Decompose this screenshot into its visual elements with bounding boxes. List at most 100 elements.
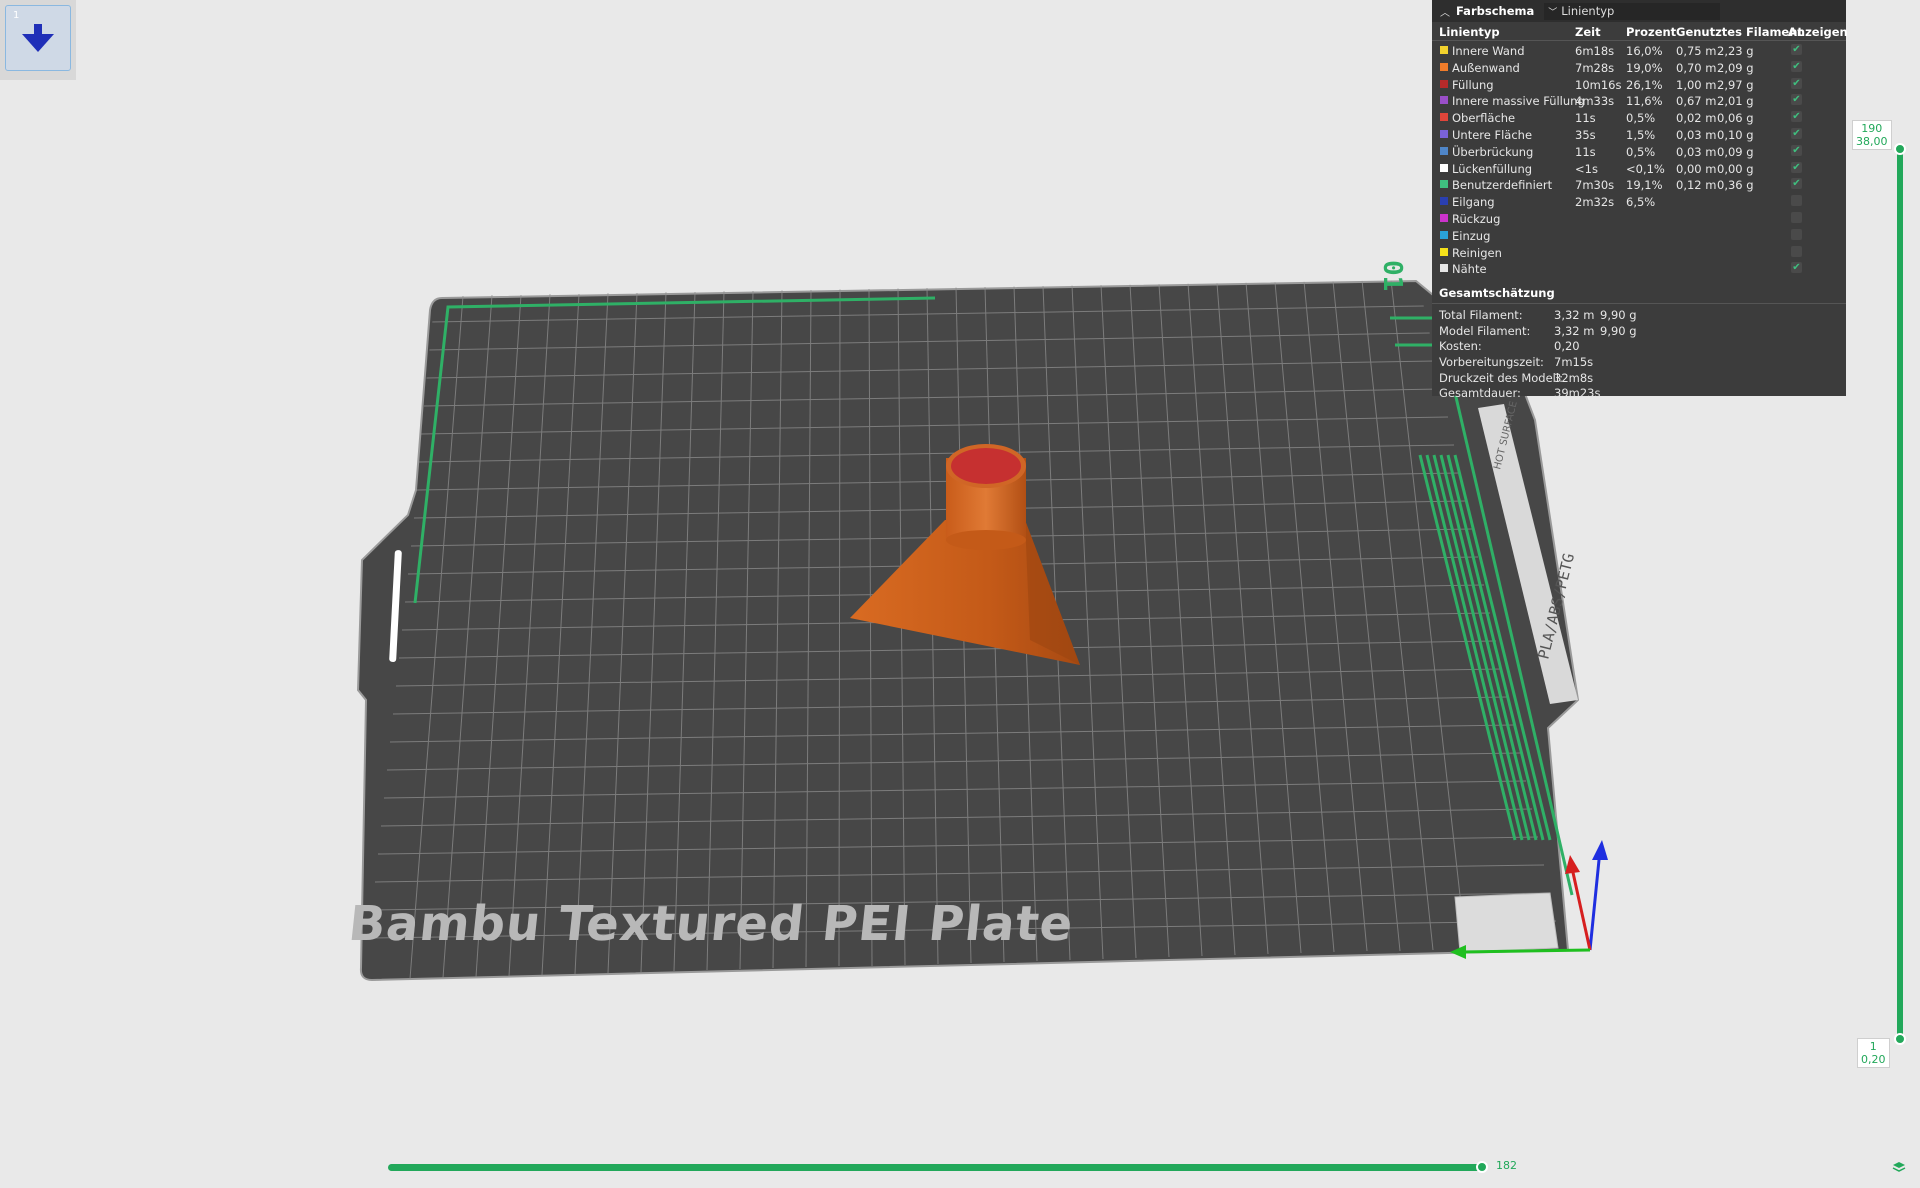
legend-row-weight: 2,09 g	[1717, 60, 1754, 75]
move-slider-value: 182	[1496, 1159, 1517, 1172]
legend-row[interactable]: Einzug	[1432, 226, 1846, 243]
estimate-value: 3,32 m	[1554, 308, 1595, 323]
column-linetype: Linientyp	[1439, 25, 1500, 39]
legend-row-length: 0,12 m	[1676, 178, 1717, 193]
layer-bottom-label: 1 0,20	[1857, 1038, 1890, 1068]
legend-row-length: 0,03 m	[1676, 144, 1717, 159]
legend-row-name: Außenwand	[1452, 60, 1520, 75]
legend-row[interactable]: Außenwand 7m28s 19,0% 0,70 m 2,09 g ✔	[1432, 58, 1846, 75]
legend-row-name: Rückzug	[1452, 211, 1501, 226]
estimate-value: 7m15s	[1554, 354, 1594, 369]
legend-row-time: 11s	[1575, 111, 1596, 126]
estimate-value: 32m8s	[1554, 370, 1594, 385]
show-checkbox[interactable]	[1791, 228, 1802, 240]
legend-row-percent: <0,1%	[1626, 161, 1665, 176]
plate-name: Bambu Textured PEI Plate	[346, 896, 1076, 952]
legend-title: Farbschema	[1456, 4, 1535, 18]
legend-color-swatch	[1440, 163, 1448, 172]
legend-row-length: 0,75 m	[1676, 44, 1717, 58]
legend-color-swatch	[1440, 180, 1448, 189]
legend-row-name: Lückenfüllung	[1452, 161, 1533, 176]
show-checkbox[interactable]: ✔	[1791, 77, 1802, 89]
legend-color-swatch	[1440, 129, 1448, 138]
legend-row-percent: 26,1%	[1626, 77, 1663, 92]
show-checkbox[interactable]	[1791, 245, 1802, 257]
show-checkbox[interactable]: ✔	[1791, 178, 1802, 190]
legend-row[interactable]: Innere massive Füllung 4m33s 11,6% 0,67 …	[1432, 91, 1846, 108]
legend-row[interactable]: Überbrückung 11s 0,5% 0,03 m 0,09 g ✔	[1432, 142, 1846, 159]
move-slider-track[interactable]	[388, 1164, 1484, 1171]
layer-slider-top-handle[interactable]	[1894, 143, 1906, 155]
legend-panel: ︿ Farbschema ﹀ Linientyp Linientyp Zeit …	[1432, 0, 1848, 400]
move-slider-handle[interactable]	[1476, 1161, 1488, 1173]
legend-color-swatch	[1440, 213, 1448, 222]
layer-slider-track[interactable]	[1897, 148, 1903, 1040]
layers-icon[interactable]	[1892, 1160, 1906, 1174]
estimate-label: Total Filament:	[1439, 308, 1523, 323]
legend-color-swatch	[1440, 197, 1448, 206]
show-checkbox[interactable]: ✔	[1791, 127, 1802, 139]
legend-row-percent: 0,5%	[1626, 111, 1656, 126]
legend-row-time: 35s	[1575, 127, 1596, 142]
legend-row-time: 10m16s	[1575, 77, 1622, 92]
view-type-select[interactable]: ﹀ Linientyp	[1544, 2, 1721, 20]
legend-row-time: 2m32s	[1575, 195, 1615, 210]
show-checkbox[interactable]	[1791, 195, 1802, 207]
legend-row[interactable]: Benutzerdefiniert 7m30s 19,1% 0,12 m 0,3…	[1432, 175, 1846, 192]
estimate-label: Vorbereitungszeit:	[1439, 354, 1544, 369]
column-percent: Prozent	[1626, 25, 1677, 39]
estimate-label: Druckzeit des Modell:	[1439, 370, 1563, 385]
layer-top-height: 38,00	[1856, 135, 1888, 148]
legend-row[interactable]: Oberfläche 11s 0,5% 0,02 m 0,06 g ✔	[1432, 108, 1846, 125]
legend-row[interactable]: Rückzug	[1432, 209, 1846, 226]
collapse-chevron-icon[interactable]: ︿	[1440, 4, 1450, 19]
legend-row[interactable]: Lückenfüllung <1s <0,1% 0,00 m 0,00 g ✔	[1432, 159, 1846, 176]
show-checkbox[interactable]	[1791, 211, 1802, 223]
legend-header: ︿ Farbschema ﹀ Linientyp	[1432, 0, 1846, 22]
show-checkbox[interactable]: ✔	[1791, 262, 1802, 274]
estimate-row: Druckzeit des Modell: 32m8s	[1432, 369, 1846, 385]
estimate-rows: Total Filament: 3,32 m 9,90 g Model Filam…	[1432, 304, 1846, 400]
show-checkbox[interactable]: ✔	[1791, 44, 1802, 55]
legend-row-name: Überbrückung	[1452, 144, 1534, 159]
legend-row-name: Innere massive Füllung	[1452, 94, 1585, 109]
legend-row-weight: 0,06 g	[1717, 111, 1754, 126]
estimate-row: Gesamtdauer: 39m23s	[1432, 384, 1846, 400]
legend-row[interactable]: Füllung 10m16s 26,1% 1,00 m 2,97 g ✔	[1432, 75, 1846, 92]
legend-color-swatch	[1440, 79, 1448, 88]
show-checkbox[interactable]: ✔	[1791, 144, 1802, 156]
legend-row-time: 11s	[1575, 144, 1596, 159]
layer-bottom-number: 1	[1869, 1040, 1877, 1053]
legend-row[interactable]: Innere Wand 6m18s 16,0% 0,75 m 2,23 g ✔	[1432, 41, 1846, 58]
plate-number: 01	[1377, 260, 1407, 291]
legend-row-time: 6m18s	[1575, 44, 1615, 58]
legend-row-percent: 11,6%	[1626, 94, 1663, 109]
show-checkbox[interactable]: ✔	[1791, 94, 1802, 106]
estimate-title: Gesamtschätzung	[1432, 282, 1846, 305]
legend-row-percent: 16,0%	[1626, 44, 1663, 58]
layer-slider-bottom-handle[interactable]	[1894, 1033, 1906, 1045]
legend-row-weight: 0,36 g	[1717, 178, 1754, 193]
estimate-label: Gesamtdauer:	[1439, 386, 1521, 401]
legend-row-name: Untere Fläche	[1452, 127, 1533, 142]
show-checkbox[interactable]: ✔	[1791, 60, 1802, 72]
legend-row-time: <1s	[1575, 161, 1598, 176]
show-checkbox[interactable]: ✔	[1791, 111, 1802, 123]
chevron-down-icon: ﹀	[1548, 7, 1558, 18]
legend-row-percent: 19,0%	[1626, 60, 1663, 75]
legend-row-weight: 2,97 g	[1717, 77, 1754, 92]
legend-row-length: 1,00 m	[1676, 77, 1717, 92]
legend-color-swatch	[1440, 264, 1448, 273]
legend-row[interactable]: Eilgang 2m32s 6,5%	[1432, 192, 1846, 209]
legend-row-weight: 0,10 g	[1717, 127, 1754, 142]
show-checkbox[interactable]: ✔	[1791, 161, 1802, 173]
legend-color-swatch	[1440, 62, 1448, 71]
legend-row[interactable]: Untere Fläche 35s 1,5% 0,03 m 0,10 g ✔	[1432, 125, 1846, 142]
layer-top-label: 190 38,00	[1852, 120, 1892, 150]
legend-color-swatch	[1440, 96, 1448, 105]
legend-row[interactable]: Reinigen	[1432, 243, 1846, 260]
column-show: Anzeigen	[1788, 25, 1848, 39]
estimate-label: Model Filament:	[1439, 323, 1531, 338]
estimate-label: Kosten:	[1439, 339, 1482, 354]
legend-row[interactable]: Nähte ✔	[1432, 259, 1846, 276]
